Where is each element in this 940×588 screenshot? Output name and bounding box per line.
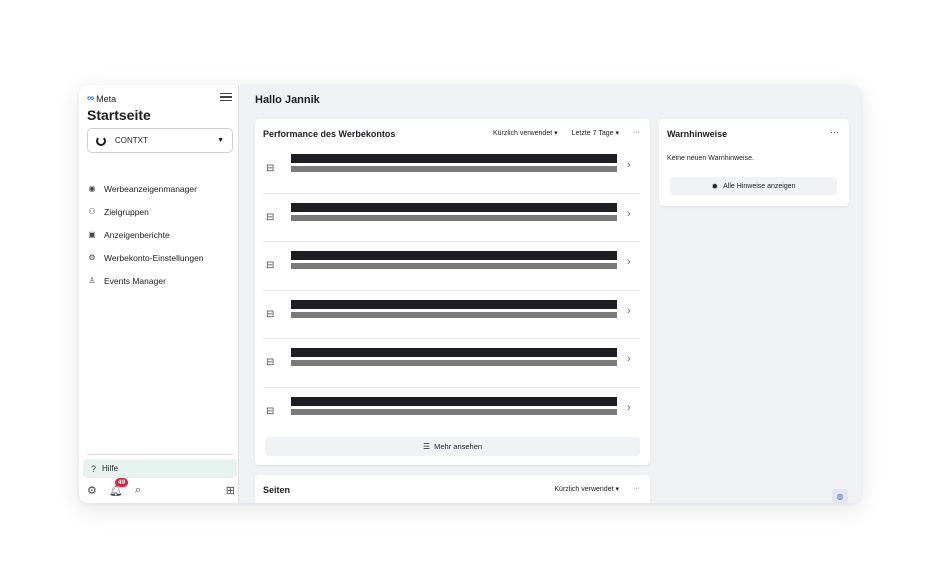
events-manager-icon: ♙ [88,276,96,285]
redacted-details [291,214,617,221]
gear-icon: ✹ [711,181,719,191]
warnings-card: Warnhinweise ··· Keine neuen Warnhinweis… [659,119,849,206]
notifications-bell-icon[interactable]: 🔔︎ 49 [109,477,129,497]
redacted-name [291,348,617,357]
show-all-warnings-label: Alle Hinweise anzeigen [723,182,796,190]
ad-account-row[interactable]: ⊟ › [263,388,640,437]
chevron-right-icon: › [627,401,631,414]
layout-panel-icon[interactable]: ⊞ [226,484,235,497]
briefcase-icon: ⊟ [266,405,275,417]
show-all-warnings-button[interactable]: ✹ Alle Hinweise anzeigen [670,177,837,195]
sidebar-item-events-manager[interactable]: ♙ Events Manager [87,269,233,292]
hamburger-menu-icon[interactable] [220,91,232,103]
sidebar-item-label: Events Manager [104,275,166,286]
pages-filters: Kürzlich verwendet ▾ ··· [554,485,640,493]
ad-account-row[interactable]: ⊟ › [263,339,640,388]
briefcase-icon: ⊟ [266,211,275,223]
sidebar-item-label: Werbeanzeigenmanager [104,183,197,194]
more-options-icon[interactable]: ··· [633,485,640,493]
pages-recent-filter-label: Kürzlich verwendet [554,486,614,493]
recent-filter-label: Kürzlich verwendet [493,130,553,137]
sidebar-divider [87,454,233,455]
performance-title: Performance des Werbekontos [263,129,396,139]
date-range-label: Letzte 7 Tage [571,130,614,137]
sidebar-item-label: Werbekonto-Einstellungen [104,252,204,263]
redacted-details [291,311,617,318]
redacted-name [291,202,617,212]
account-name: CONTXT [115,136,148,145]
sidebar: ∞ Meta Startseite CONTXT ▼ ◉ Werbeanzeig… [79,85,239,503]
caret-down-icon: ▼ [217,137,224,144]
help-link[interactable]: ? Hilfe [83,459,237,478]
briefcase-icon: ⊟ [266,260,275,271]
greeting-heading: Hallo Jannik [255,94,320,106]
warnings-title: Warnhinweise [667,129,728,139]
ad-account-list: ⊟ › ⊟ › ⊟ › ⊟ › ⊟ › ⊟ › [263,145,640,436]
sidebar-nav: ◉ Werbeanzeigenmanager ⚇ Zielgruppen ▣ A… [87,177,233,292]
sidebar-item-werbeanzeigenmanager[interactable]: ◉ Werbeanzeigenmanager [87,177,233,200]
show-more-button[interactable]: ☰ Mehr ansehen [265,437,640,456]
chevron-right-icon: › [627,207,631,220]
ad-account-row[interactable]: ⊟ › [263,242,640,291]
search-icon[interactable]: ⌕ [135,484,141,497]
performance-filters: Kürzlich verwendet ▾ Letzte 7 Tage ▾ ··· [493,129,640,137]
ad-account-row[interactable]: ⊟ › [263,194,640,242]
pages-recent-filter-dropdown[interactable]: Kürzlich verwendet ▾ [554,485,619,493]
redacted-details [291,360,617,366]
more-options-icon[interactable]: ··· [633,129,640,137]
more-options-icon[interactable]: ··· [830,127,839,137]
audiences-icon: ⚇ [88,207,96,216]
sidebar-item-anzeigenberichte[interactable]: ▣ Anzeigenberichte [87,223,233,246]
ad-account-row[interactable]: ⊟ › [263,291,640,339]
chevron-right-icon: › [627,159,631,171]
redacted-name [291,154,617,163]
sidebar-footer: ⚙ 🔔︎ 49 ⌕ ⊞ [87,477,235,499]
app-window: ∞ Meta Startseite CONTXT ▼ ◉ Werbeanzeig… [79,85,861,503]
redacted-details [291,263,617,269]
help-label: Hilfe [102,464,119,473]
account-selector[interactable]: CONTXT ▼ [87,128,233,153]
brand-name: Meta [96,93,117,104]
redacted-name [291,251,617,260]
chevron-right-icon: › [627,353,631,365]
list-lines-icon: ☰ [422,442,431,451]
briefcase-icon: ⊟ [266,308,275,320]
page-title: Startseite [87,107,151,123]
performance-card: Performance des Werbekontos Kürzlich ver… [255,119,650,465]
pages-title: Seiten [263,485,291,495]
show-more-label: Mehr ansehen [434,442,483,451]
briefcase-icon: ⊟ [266,163,275,174]
meta-infinity-icon: ∞ [87,93,95,104]
redacted-details [291,166,617,172]
redacted-name [291,299,617,309]
question-mark-icon: ? [91,463,97,474]
ads-manager-icon: ◉ [88,184,96,193]
sidebar-item-label: Zielgruppen [104,206,149,217]
recent-filter-dropdown[interactable]: Kürzlich verwendet ▾ [493,129,558,137]
meta-logo: ∞ Meta [87,93,116,104]
notification-badge: 49 [114,477,129,487]
ad-account-settings-icon: ⚙ [88,253,96,262]
briefcase-icon: ⊟ [266,357,275,368]
sidebar-item-label: Anzeigenberichte [104,229,170,240]
sidebar-item-werbekonto-einstellungen[interactable]: ⚙ Werbekonto-Einstellungen [87,246,233,269]
reports-icon: ▣ [88,230,96,239]
chevron-right-icon: › [627,304,631,317]
settings-gear-icon[interactable]: ⚙ [87,484,97,497]
chevron-right-icon: › [627,256,631,268]
pages-card: Seiten Kürzlich verwendet ▾ ··· [255,475,650,503]
warnings-empty-text: Keine neuen Warnhinweise. [667,155,754,162]
sidebar-item-zielgruppen[interactable]: ⚇ Zielgruppen [87,200,233,223]
redacted-details [291,408,617,415]
globe-icon[interactable]: ◍ [832,489,848,503]
date-range-dropdown[interactable]: Letzte 7 Tage ▾ [572,129,619,137]
ad-account-row[interactable]: ⊟ › [263,145,640,194]
redacted-name [291,396,617,406]
loading-spinner-icon [96,135,106,146]
